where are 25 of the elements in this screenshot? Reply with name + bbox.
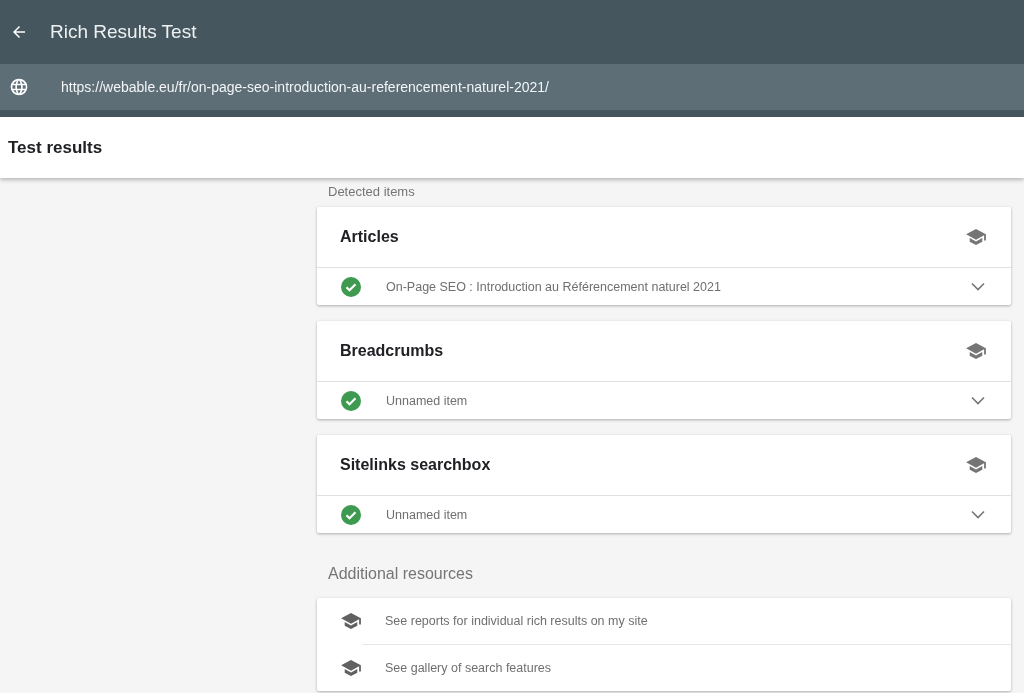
card-title: Sitelinks searchbox <box>340 456 491 474</box>
item-name: On-Page SEO : Introduction au Référencement naturel 2021 <box>386 279 722 294</box>
result-item[interactable]: Unnamed item <box>317 382 1011 419</box>
item-name: Unnamed item <box>386 393 469 408</box>
chevron-icon[interactable] <box>971 282 985 291</box>
card-title: Articles <box>340 228 399 246</box>
resource-link[interactable]: See reports for individual rich results on my site <box>317 598 1011 644</box>
graduation-cap-icon <box>340 659 362 677</box>
section-heading: Additional resources <box>327 564 474 584</box>
resource-link[interactable]: See gallery of search features <box>362 644 1011 691</box>
globe-icon <box>9 77 29 97</box>
results-title: Test results <box>8 137 103 158</box>
graduation-cap-icon <box>965 456 987 474</box>
graduation-cap-icon <box>965 342 987 360</box>
result-item[interactable]: On-Page SEO : Introduction au Référencement naturel 2021 <box>317 268 1011 305</box>
section-heading: Detected items <box>327 183 416 201</box>
result-item[interactable]: Unnamed item <box>317 496 1011 533</box>
chevron-icon[interactable] <box>971 510 985 519</box>
item-name: Unnamed item <box>386 507 469 522</box>
app-title: Rich Results Test <box>50 21 197 43</box>
chevron-icon[interactable] <box>971 396 985 405</box>
url-text: https://webable.eu/fr/on-page-seo-introduction-au-referencement-naturel-2021/ <box>61 79 549 95</box>
graduation-cap-icon <box>340 612 362 630</box>
graduation-cap-icon <box>965 228 987 246</box>
card-title: Breadcrumbs <box>340 342 444 360</box>
